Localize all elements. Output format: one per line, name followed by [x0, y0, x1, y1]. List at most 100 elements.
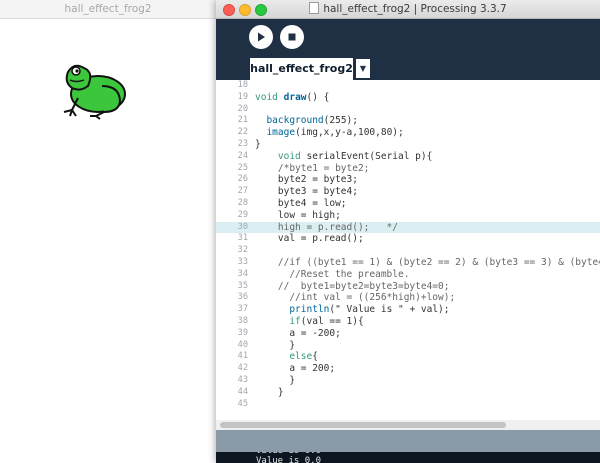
- code-text: low = high;: [255, 209, 341, 221]
- code-text: void serialEvent(Serial p){: [277, 150, 433, 162]
- close-window-icon[interactable]: [223, 4, 235, 16]
- sketch-window: hall_effect_frog2: [0, 0, 216, 463]
- code-text: //int val = ((256*high)+low);: [255, 292, 456, 304]
- status-bar: [216, 430, 600, 452]
- scrollbar-thumb[interactable]: [220, 422, 506, 428]
- code-line[interactable]: 34 //Reset the preamble.: [216, 269, 600, 281]
- line-number: 45: [237, 398, 248, 409]
- code-line[interactable]: 22 image(img,x,y-a,100,80);: [216, 127, 600, 139]
- code-line[interactable]: 29 low = high;: [216, 210, 600, 222]
- minimize-window-icon[interactable]: [239, 4, 251, 16]
- code-line[interactable]: 42 a = 200;: [216, 363, 600, 375]
- line-number: 18: [237, 80, 248, 90]
- code-text: high = p.read(); */: [255, 221, 398, 233]
- code-lines: 18 19 void draw() {20 21 background(255); 22…: [216, 80, 600, 410]
- code-line[interactable]: 30 high = p.read(); */: [216, 221, 600, 234]
- code-line[interactable]: 19 void draw() {: [216, 92, 600, 104]
- code-line[interactable]: 45: [216, 399, 600, 411]
- code-line[interactable]: 38 if(val == 1){: [216, 316, 600, 328]
- horizontal-scrollbar[interactable]: [216, 420, 600, 430]
- ide-titlebar: hall_effect_frog2 | Processing 3.3.7: [216, 0, 600, 19]
- tab-menu-button[interactable]: ▼: [356, 59, 370, 78]
- stop-icon: [288, 33, 296, 41]
- code-line[interactable]: 23}: [216, 139, 600, 151]
- code-text: byte4 = low;: [255, 197, 347, 209]
- code-line[interactable]: 44 }: [216, 387, 600, 399]
- code-line[interactable]: 25 /*byte1 = byte2;: [216, 163, 600, 175]
- line-number: 33: [237, 256, 248, 267]
- line-number: 43: [237, 374, 248, 385]
- line-number: 21: [237, 115, 248, 126]
- code-editor[interactable]: 18 19 void draw() {20 21 background(255); 22…: [216, 80, 600, 420]
- code-text: println(" Value is " + val);: [289, 304, 450, 316]
- line-number: 34: [237, 268, 248, 279]
- line-number: 22: [237, 127, 248, 138]
- code-text: }: [255, 339, 296, 351]
- code-text: a = 200;: [255, 363, 336, 375]
- stop-button[interactable]: [280, 25, 304, 49]
- code-text: background(255);: [266, 115, 358, 127]
- console-output: Value is 0.0Value is 0.0: [256, 452, 321, 463]
- maximize-window-icon[interactable]: [255, 4, 267, 16]
- line-number: 44: [237, 386, 248, 397]
- code-line[interactable]: 43 }: [216, 375, 600, 387]
- line-number: 25: [237, 162, 248, 173]
- code-line[interactable]: 21 background(255);: [216, 115, 600, 127]
- line-number: 28: [237, 197, 248, 208]
- code-text: // byte1=byte2=byte3=byte4=0;: [255, 280, 450, 292]
- code-line[interactable]: 37 println(" Value is " + val);: [216, 304, 600, 316]
- code-line[interactable]: 40 }: [216, 340, 600, 352]
- play-icon: [258, 32, 265, 42]
- code-line[interactable]: 24 void serialEvent(Serial p){: [216, 151, 600, 163]
- tab-bar: hall_effect_frog2 ▼: [216, 57, 600, 80]
- sketch-window-title: hall_effect_frog2: [0, 0, 216, 19]
- code-text: }: [255, 386, 284, 398]
- line-number: 23: [237, 138, 248, 149]
- triangle-down-icon: ▼: [359, 64, 367, 73]
- code-line[interactable]: 36 //int val = ((256*high)+low);: [216, 292, 600, 304]
- line-number: 32: [237, 245, 248, 256]
- ide-toolbar: [216, 19, 600, 57]
- tab-sketch-file[interactable]: hall_effect_frog2: [250, 58, 353, 80]
- code-text: if(val == 1){: [289, 315, 364, 327]
- line-number: 24: [237, 150, 248, 161]
- line-number: 39: [237, 327, 248, 338]
- code-text: image(img,x,y-a,100,80);: [266, 127, 404, 139]
- code-line[interactable]: 31 val = p.read();: [216, 233, 600, 245]
- line-number: 26: [237, 174, 248, 185]
- line-number: 19: [237, 91, 248, 102]
- code-text: }: [255, 374, 296, 386]
- code-text: byte3 = byte4;: [255, 186, 358, 198]
- line-number: 20: [237, 103, 248, 114]
- code-line[interactable]: 27 byte3 = byte4;: [216, 186, 600, 198]
- line-number: 30: [237, 221, 248, 232]
- line-number: 41: [237, 351, 248, 362]
- run-button[interactable]: [249, 25, 273, 49]
- line-number: 36: [237, 292, 248, 303]
- line-number: 37: [237, 304, 248, 315]
- code-line[interactable]: 41 else{: [216, 351, 600, 363]
- code-line[interactable]: 26 byte2 = byte3;: [216, 174, 600, 186]
- code-text: void draw() {: [255, 91, 330, 103]
- line-number: 42: [237, 363, 248, 374]
- code-line[interactable]: 20: [216, 104, 600, 116]
- code-line[interactable]: 32: [216, 245, 600, 257]
- code-text: //if ((byte1 == 1) & (byte2 == 2) & (byt…: [255, 256, 600, 268]
- code-text: else{: [289, 351, 318, 363]
- code-line[interactable]: 18: [216, 80, 600, 92]
- ide-window-title: hall_effect_frog2 | Processing 3.3.7: [323, 3, 507, 15]
- processing-ide-window: hall_effect_frog2 | Processing 3.3.7 hal…: [216, 0, 600, 463]
- line-number: 38: [237, 315, 248, 326]
- document-icon: [309, 2, 320, 14]
- code-line[interactable]: 39 a = -200;: [216, 328, 600, 340]
- line-number: 27: [237, 186, 248, 197]
- console-panel: Value is 0.0Value is 0.0: [216, 452, 600, 463]
- code-line[interactable]: 28 byte4 = low;: [216, 198, 600, 210]
- code-line[interactable]: 35 // byte1=byte2=byte3=byte4=0;: [216, 281, 600, 293]
- code-line[interactable]: 33 //if ((byte1 == 1) & (byte2 == 2) & (…: [216, 257, 600, 269]
- line-number: 35: [237, 280, 248, 291]
- code-text: a = -200;: [255, 327, 341, 339]
- code-text: byte2 = byte3;: [255, 174, 358, 186]
- code-text: val = p.read();: [255, 233, 364, 245]
- code-text: //Reset the preamble.: [255, 268, 410, 280]
